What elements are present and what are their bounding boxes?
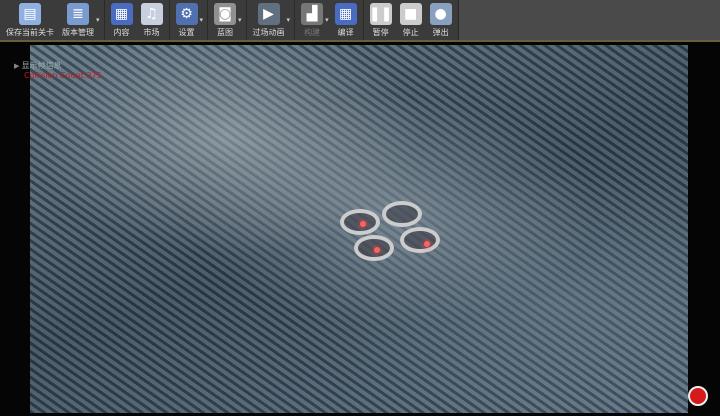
drone: [338, 201, 446, 271]
toolbar-group: ▟ 构建 ▾ ▦ 编译: [295, 0, 364, 40]
toolbar-button-eject[interactable]: ● 弹出: [426, 0, 456, 40]
build-icon: ▟: [301, 3, 324, 25]
settings-icon: ⚙: [175, 3, 198, 25]
toolbar-group: ❚❚ 暂停 ■ 停止 ● 弹出: [364, 0, 459, 40]
toolbar-button-marketplace[interactable]: ♫ 市场: [137, 0, 167, 40]
toolbar: ▤ 保存当前关卡 ≣ 版本管理 ▾ ▦ 内容 ♫ 市场 ⚙ 设置 ▾ ◙ 蓝图 ▾ ▶ 过场动画 ▾ ▟ 构建 ▾ ▦ 编译…: [0, 0, 720, 42]
toolbar-group: ⚙ 设置 ▾: [170, 0, 209, 40]
toolbar-button-blueprint[interactable]: ◙ 蓝图: [210, 0, 240, 40]
toolbar-empty-area: [458, 0, 720, 40]
stop-icon: ■: [399, 3, 422, 25]
toolbar-button-label: 版本管理: [62, 28, 94, 37]
toolbar-group: ▦ 内容 ♫ 市场: [105, 0, 170, 40]
stats-label: 显示帧信息: [21, 61, 62, 70]
toolbar-button-stop[interactable]: ■ 停止: [396, 0, 426, 40]
pause-icon: ❚❚: [369, 3, 392, 25]
toolbar-group: ▶ 过场动画 ▾: [247, 0, 296, 40]
toolbar-button-label: 停止: [402, 28, 419, 37]
cinematics-icon: ▶: [257, 3, 280, 25]
marketplace-icon: ♫: [140, 3, 163, 25]
record-icon[interactable]: [688, 386, 708, 406]
toolbar-button-label: 暂停: [372, 28, 389, 37]
toolbar-button-source-control[interactable]: ≣ 版本管理: [58, 0, 98, 40]
toolbar-button-label: 构建: [304, 28, 321, 37]
eject-icon: ●: [429, 3, 452, 25]
toolbar-button-label: 保存当前关卡: [6, 28, 54, 37]
toolbar-button-save[interactable]: ▤ 保存当前关卡: [2, 0, 58, 40]
toolbar-button-label: 内容: [113, 28, 130, 37]
toolbar-button-label: 市场: [143, 28, 160, 37]
viewport[interactable]: ▶ 显示帧信息 Collision Count:375: [0, 42, 720, 416]
toolbar-button-settings[interactable]: ⚙ 设置: [172, 0, 202, 40]
toolbar-button-cinematics[interactable]: ▶ 过场动画: [249, 0, 289, 40]
blueprint-icon: ◙: [214, 3, 237, 25]
scene-view[interactable]: [30, 45, 688, 413]
toolbar-button-label: 蓝图: [217, 28, 234, 37]
toolbar-button-build[interactable]: ▟ 构建: [297, 0, 327, 40]
toolbar-button-pause[interactable]: ❚❚ 暂停: [366, 0, 396, 40]
toolbar-group: ◙ 蓝图 ▾: [208, 0, 247, 40]
compile-icon: ▦: [334, 3, 357, 25]
save-icon: ▤: [19, 3, 41, 25]
toolbar-button-content[interactable]: ▦ 内容: [107, 0, 137, 40]
toolbar-button-label: 设置: [178, 28, 195, 37]
source-control-icon: ≣: [67, 3, 89, 25]
toolbar-button-label: 编译: [337, 28, 354, 37]
toolbar-button-label: 弹出: [432, 28, 449, 37]
collision-count: Collision Count:375: [24, 71, 102, 80]
toolbar-button-compile[interactable]: ▦ 编译: [331, 0, 361, 40]
stats-overlay: ▶ 显示帧信息 Collision Count:375: [14, 61, 102, 80]
toolbar-button-label: 过场动画: [252, 28, 285, 37]
content-icon: ▦: [110, 3, 133, 25]
toolbar-group: ▤ 保存当前关卡 ≣ 版本管理 ▾: [0, 0, 105, 40]
